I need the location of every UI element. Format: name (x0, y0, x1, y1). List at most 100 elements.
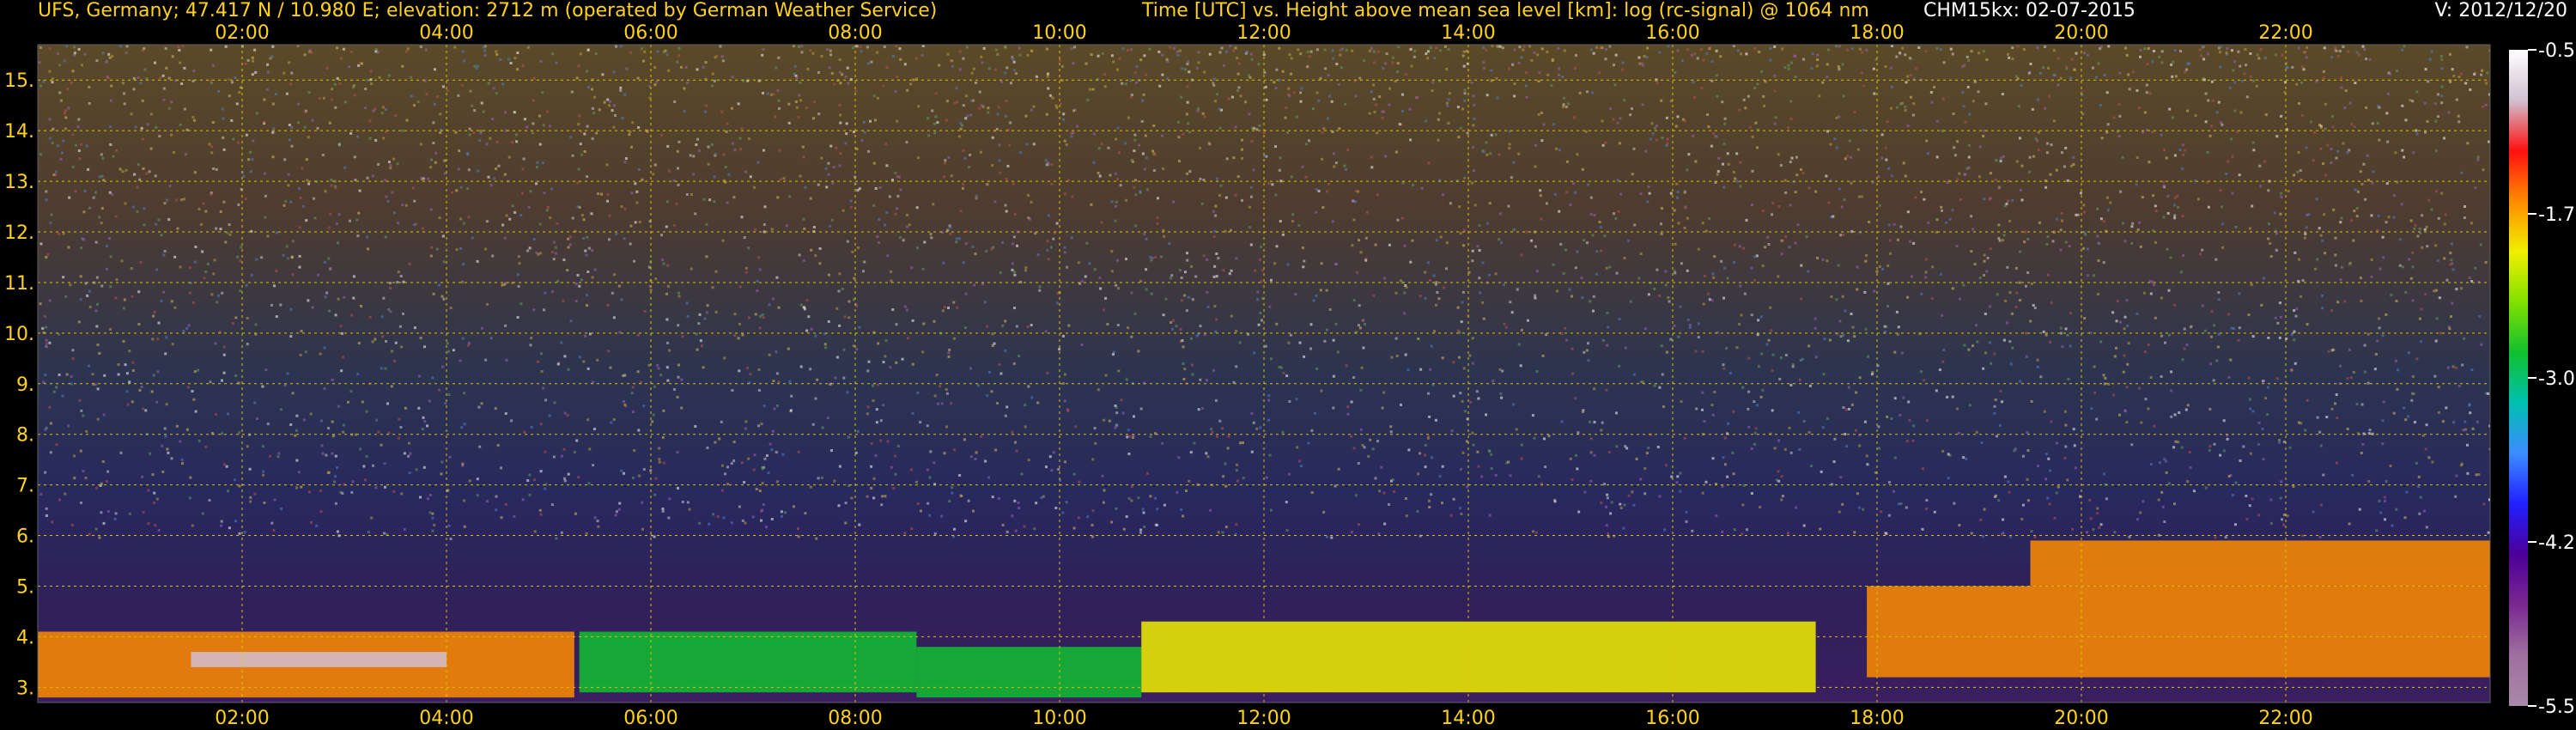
noise-speck (2306, 46, 2309, 49)
noise-speck (1605, 388, 1608, 392)
noise-speck (2032, 155, 2035, 158)
noise-speck (1575, 53, 1577, 57)
noise-speck (1332, 406, 1335, 410)
noise-speck (654, 277, 658, 281)
noise-speck (1326, 190, 1328, 193)
noise-speck (2153, 50, 2155, 52)
noise-speck (799, 303, 803, 307)
noise-speck (1197, 107, 1200, 110)
noise-speck (1104, 374, 1108, 377)
noise-speck (1759, 506, 1762, 509)
noise-speck (1462, 64, 1466, 68)
noise-speck (2451, 268, 2455, 271)
noise-speck (1839, 335, 1843, 338)
noise-speck (2044, 333, 2048, 337)
noise-speck (491, 254, 495, 258)
noise-speck (1488, 514, 1492, 517)
noise-speck (48, 341, 52, 344)
noise-speck (1639, 192, 1643, 196)
noise-speck (2036, 46, 2039, 50)
noise-speck (1306, 50, 1309, 53)
noise-speck (1695, 407, 1698, 411)
noise-speck (652, 413, 655, 417)
noise-speck (210, 82, 213, 85)
noise-speck (1426, 436, 1430, 440)
noise-speck (597, 192, 600, 196)
noise-speck (2371, 122, 2374, 125)
noise-speck (233, 478, 236, 482)
noise-speck (398, 417, 401, 421)
noise-speck (437, 388, 440, 392)
noise-speck (372, 464, 374, 467)
noise-speck (2415, 132, 2419, 136)
noise-speck (426, 424, 428, 428)
noise-speck (1623, 503, 1626, 507)
noise-speck (191, 390, 194, 392)
noise-speck (929, 450, 933, 453)
noise-speck (2143, 47, 2147, 51)
noise-speck (487, 82, 490, 85)
noise-speck (209, 380, 212, 384)
noise-speck (83, 189, 87, 192)
noise-speck (1915, 67, 1917, 70)
noise-speck (1795, 506, 1798, 509)
noise-speck (1814, 317, 1817, 320)
noise-speck (2046, 496, 2050, 500)
noise-speck (1212, 210, 1215, 213)
noise-speck (2239, 111, 2243, 114)
noise-speck (2179, 271, 2183, 274)
noise-speck (1755, 254, 1759, 258)
noise-speck (1839, 234, 1843, 237)
noise-speck (1206, 258, 1209, 261)
noise-speck (803, 228, 806, 230)
noise-speck (400, 345, 404, 349)
noise-speck (334, 502, 337, 505)
noise-speck (382, 137, 386, 140)
noise-speck (1323, 339, 1327, 343)
noise-speck (2431, 460, 2434, 464)
noise-speck (1185, 309, 1188, 313)
noise-speck (1758, 365, 1760, 368)
noise-speck (1396, 62, 1400, 65)
noise-speck (2161, 505, 2165, 508)
noise-speck (771, 429, 775, 433)
noise-speck (1807, 430, 1811, 434)
noise-speck (775, 276, 779, 279)
noise-speck (1719, 55, 1722, 58)
noise-speck (1986, 257, 1990, 259)
noise-speck (1838, 510, 1841, 514)
noise-speck (217, 294, 221, 297)
noise-speck (631, 477, 635, 479)
noise-speck (1990, 172, 1993, 175)
noise-speck (1127, 496, 1131, 500)
noise-speck (701, 344, 703, 348)
noise-speck (1951, 395, 1954, 398)
noise-speck (39, 302, 42, 306)
noise-speck (793, 72, 796, 76)
noise-speck (1389, 425, 1393, 429)
noise-speck (401, 204, 404, 207)
noise-speck (144, 409, 148, 412)
noise-speck (1063, 373, 1066, 376)
noise-speck (1370, 155, 1373, 159)
noise-speck (87, 167, 90, 171)
noise-speck (1837, 264, 1840, 267)
noise-speck (1050, 469, 1054, 472)
noise-speck (950, 174, 953, 178)
noise-speck (838, 58, 841, 61)
noise-speck (1133, 179, 1137, 182)
noise-speck (964, 520, 968, 523)
noise-speck (805, 106, 808, 109)
noise-speck (404, 204, 408, 207)
noise-speck (2258, 164, 2262, 167)
noise-speck (1384, 62, 1387, 65)
noise-speck (2401, 48, 2404, 52)
noise-speck (1138, 143, 1141, 147)
noise-speck (710, 143, 714, 146)
noise-speck (1121, 47, 1125, 51)
noise-speck (1203, 115, 1206, 119)
noise-speck (1197, 408, 1200, 411)
noise-speck (1758, 51, 1761, 53)
noise-speck (305, 219, 308, 222)
noise-speck (1973, 263, 1977, 266)
